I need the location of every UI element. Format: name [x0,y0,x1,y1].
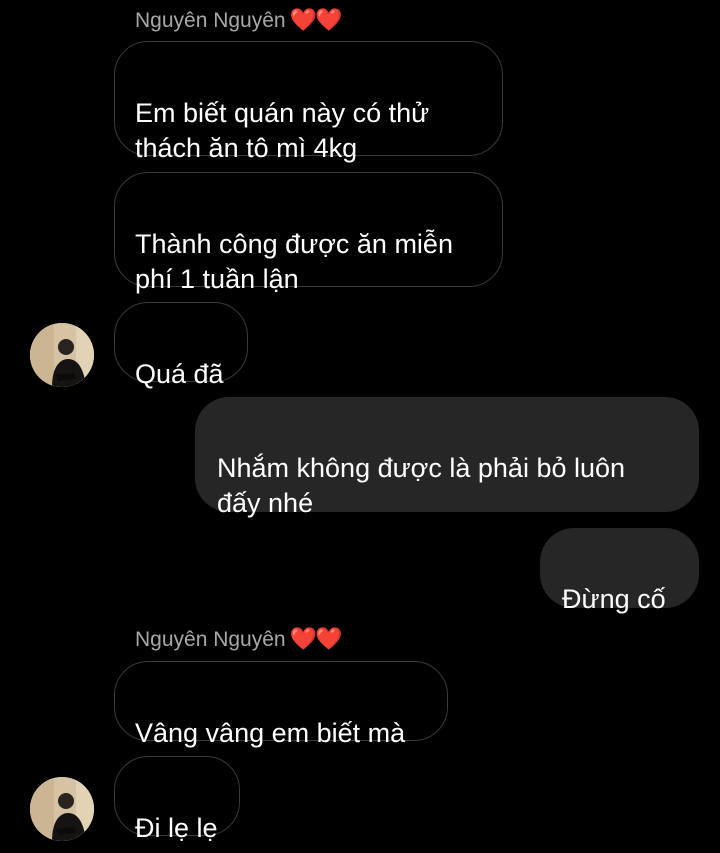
message-text: Em biết quán này có thử thách ăn tô mì 4… [135,98,430,163]
message-text: Quá đã [135,359,224,389]
sender-name-text: Nguyên Nguyên [135,9,286,32]
avatar-image [30,323,94,387]
message-text: Đừng cố [562,584,666,614]
message-text: Vâng vâng em biết mà [135,718,406,748]
outgoing-message-bubble[interactable]: Nhắm không được là phải bỏ luôn đấy nhé [195,397,699,518]
chat-screen: { "theme": { "background": "#000000", "i… [0,0,720,853]
message-text: Đi lẹ lẹ [135,813,218,843]
heart-emoji-icon: ❤️❤️ [289,7,343,32]
heart-emoji-icon: ❤️❤️ [289,626,343,651]
incoming-message-bubble[interactable]: Em biết quán này có thử thách ăn tô mì 4… [114,41,503,163]
profile-photo-avatar[interactable] [30,323,94,387]
outgoing-message-bubble[interactable]: Đừng cố [540,528,699,614]
sender-name-text: Nguyên Nguyên [135,628,286,651]
incoming-message-bubble[interactable]: Vâng vâng em biết mà [114,661,448,748]
incoming-message-bubble[interactable]: Quá đã [114,302,248,389]
sender-name: Nguyên Nguyên ❤️❤️ [135,626,343,653]
profile-photo-avatar[interactable] [30,777,94,841]
avatar-image [30,777,94,841]
incoming-message-bubble[interactable]: Thành công được ăn miễn phí 1 tuần lận [114,172,503,294]
message-text: Thành công được ăn miễn phí 1 tuần lận [135,229,453,294]
sender-name: Nguyên Nguyên ❤️❤️ [135,7,343,34]
incoming-message-bubble[interactable]: Đi lẹ lẹ [114,756,240,843]
message-text: Nhắm không được là phải bỏ luôn đấy nhé [217,453,626,518]
